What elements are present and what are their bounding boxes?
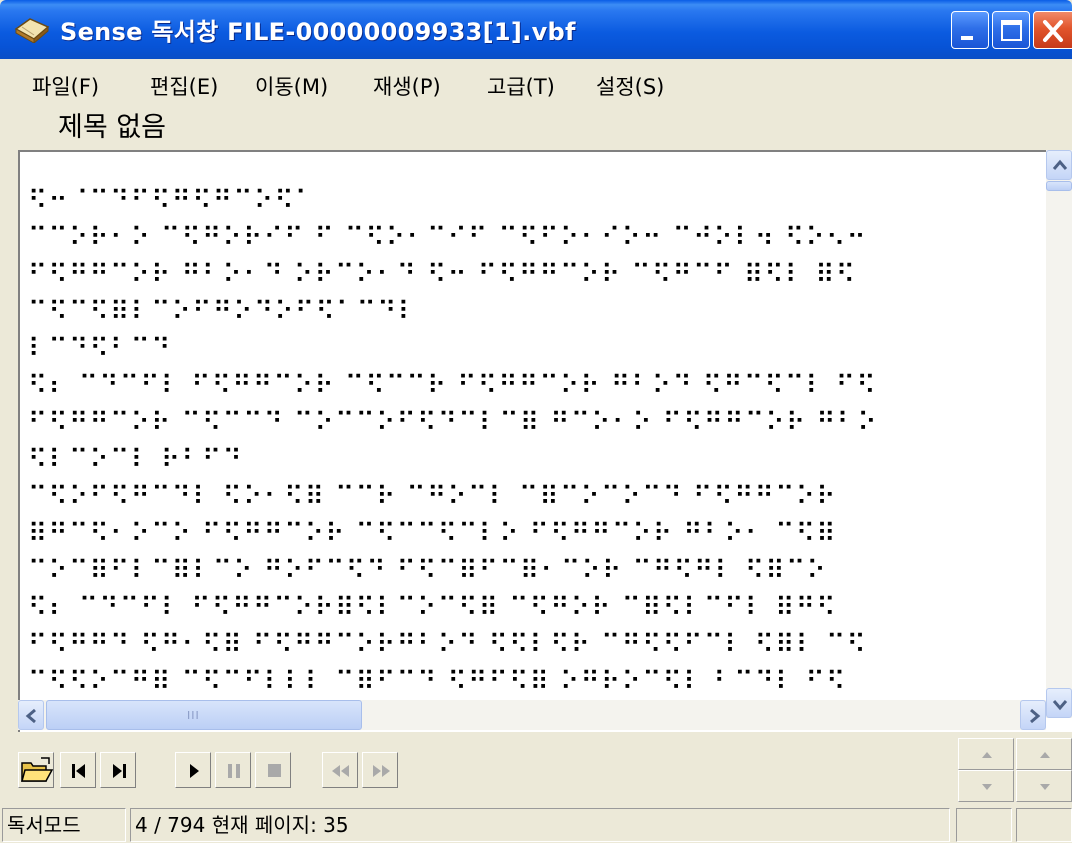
braille-line: ⠉⠫⠕⠋⠫⠛⠉⠙⠇ ⠫⠕⠂⠫⠿ ⠉⠉⠗ ⠉⠛⠕⠉⠇ ⠉⠿⠉⠕⠉⠕⠉⠙ ⠋⠫⠛⠛⠉… <box>28 482 837 512</box>
menu-bar: 파일(F) 편집(E) 이동(M) 재생(P) 고급(T) 설정(S) <box>0 65 1072 105</box>
scroll-right-button[interactable] <box>1020 700 1046 730</box>
minimize-icon <box>961 36 973 40</box>
spin-down-button-1[interactable] <box>958 770 1014 802</box>
braille-line: ⠋⠫⠛⠛⠉⠕⠗ ⠉⠫⠉⠉⠙ ⠉⠕⠉⠉⠕⠋⠫⠙⠉⠇⠉⠿ ⠛⠉⠕⠂⠕ ⠋⠫⠛⠛⠉⠕⠗… <box>28 408 878 438</box>
pause-icon <box>228 764 240 778</box>
reader-pane[interactable]: ⠫⠒⠈⠉⠙⠋⠫⠛⠫⠛⠉⠕⠫⠁ ⠉⠉⠕⠗⠂⠕ ⠉⠫⠛⠕⠗⠊⠋ ⠋ ⠉⠫⠕⠂⠉⠊⠋ … <box>18 150 1072 732</box>
maximize-icon <box>1001 20 1022 41</box>
arrow-up-icon <box>1040 752 1050 758</box>
menu-file[interactable]: 파일(F) <box>32 71 99 101</box>
prev-page-button[interactable] <box>60 752 96 788</box>
menu-settings[interactable]: 설정(S) <box>596 71 664 101</box>
chevron-down-icon <box>1052 700 1068 711</box>
braille-line: ⠉⠫⠫⠕⠉⠛⠿ ⠉⠫⠉⠋⠇⠇⠇ ⠉⠿⠋⠉⠙ ⠫⠛⠋⠫⠿ ⠕⠛⠗⠕⠉⠫⠇ ⠃⠉⠙⠇… <box>28 667 847 697</box>
braille-line: ⠫⠆ ⠉⠙⠉⠋⠇ ⠋⠫⠛⠛⠉⠕⠗ ⠉⠫⠉⠉⠗ ⠋⠫⠛⠛⠉⠕⠗ ⠛⠃⠕⠙ ⠫⠛⠉⠫… <box>28 371 877 401</box>
status-bar: 독서모드 4 / 794 현재 페이지: 35 <box>0 806 1072 843</box>
playback-toolbar <box>0 738 1072 802</box>
scroll-down-button[interactable] <box>1046 688 1072 718</box>
status-pane-empty-2 <box>1016 808 1072 842</box>
braille-line: ⠉⠉⠕⠗⠂⠕ ⠉⠫⠛⠕⠗⠊⠋ ⠋ ⠉⠫⠕⠂⠉⠊⠋ ⠉⠫⠋⠕⠂⠊⠕⠒ ⠉⠚⠕⠇⠲ … <box>28 223 868 253</box>
play-icon <box>190 764 199 778</box>
chevron-up-icon <box>1052 159 1068 170</box>
stop-icon <box>268 764 281 777</box>
minimize-button[interactable] <box>951 11 989 49</box>
arrow-down-icon <box>1040 784 1050 790</box>
fast-forward-icon <box>373 765 390 777</box>
menu-advanced[interactable]: 고급(T) <box>487 71 555 101</box>
close-button[interactable] <box>1033 11 1072 49</box>
book-icon <box>14 18 50 43</box>
braille-line: ⠫⠒⠈⠉⠙⠋⠫⠛⠫⠛⠉⠕⠫⠁ <box>28 186 316 216</box>
status-position: 4 / 794 현재 페이지: 35 <box>130 808 950 842</box>
title-bar[interactable]: Sense 독서창 FILE-00000009933[1].vbf <box>0 0 1072 59</box>
maximize-button[interactable] <box>992 11 1030 49</box>
braille-line: ⠉⠫⠉⠫⠿⠇⠉⠕⠋⠛⠕⠙⠕⠋⠫⠁⠉⠙⠇ <box>28 297 419 327</box>
horizontal-scroll-thumb[interactable]: III <box>46 700 362 730</box>
arrow-up-icon <box>982 752 992 758</box>
braille-text[interactable]: ⠫⠒⠈⠉⠙⠋⠫⠛⠫⠛⠉⠕⠫⠁ ⠉⠉⠕⠗⠂⠕ ⠉⠫⠛⠕⠗⠊⠋ ⠋ ⠉⠫⠕⠂⠉⠊⠋ … <box>28 186 1042 706</box>
skip-back-icon <box>72 764 85 778</box>
vertical-scroll-thumb[interactable] <box>1046 181 1072 191</box>
scroll-up-button[interactable] <box>1046 150 1072 180</box>
spin-down-button-2[interactable] <box>1016 770 1072 802</box>
spin-up-button-2[interactable] <box>1016 738 1072 770</box>
braille-line: ⠇⠉⠙⠫⠃⠉⠙ <box>28 334 172 364</box>
horizontal-scrollbar[interactable]: III <box>18 700 1046 730</box>
open-file-button[interactable] <box>18 752 54 788</box>
vertical-scrollbar[interactable] <box>1046 150 1072 718</box>
window-title: Sense 독서창 FILE-00000009933[1].vbf <box>60 18 576 46</box>
rewind-icon <box>332 765 349 777</box>
arrow-down-icon <box>982 784 992 790</box>
spin-up-button-1[interactable] <box>958 738 1014 770</box>
braille-line: ⠿⠛⠉⠫⠂⠕⠉⠕ ⠋⠫⠛⠛⠉⠕⠗ ⠉⠫⠉⠉⠫⠉⠇⠕ ⠋⠫⠛⠛⠉⠕⠗ ⠛⠃⠕⠂ ⠉… <box>28 519 837 549</box>
braille-line: ⠋⠫⠛⠛⠙ ⠫⠛⠂⠫⠿ ⠋⠫⠛⠛⠉⠕⠗⠛⠃⠕⠙ ⠫⠫⠇⠫⠗ ⠉⠛⠫⠫⠋⠉⠇ ⠫⠿… <box>28 630 868 660</box>
scroll-grip: III <box>187 709 200 722</box>
chevron-left-icon <box>25 708 36 724</box>
rewind-button[interactable] <box>322 752 358 788</box>
status-pane-empty-1 <box>956 808 1012 842</box>
braille-line: ⠋⠫⠛⠛⠉⠕⠗ ⠛⠃⠕⠂⠙ ⠕⠗⠉⠕⠂⠙ ⠫⠒ ⠋⠫⠛⠛⠉⠕⠗ ⠉⠫⠛⠉⠋ ⠿⠫… <box>28 260 857 290</box>
braille-line: ⠫⠇⠉⠕⠉⠇ ⠗⠃⠋⠙ <box>28 445 244 475</box>
folder-open-icon <box>21 757 54 782</box>
close-icon <box>1043 20 1063 42</box>
skip-forward-icon <box>113 764 126 778</box>
status-mode: 독서모드 <box>2 808 126 842</box>
pause-button[interactable] <box>215 752 251 788</box>
menu-move[interactable]: 이동(M) <box>255 71 328 101</box>
menu-play[interactable]: 재생(P) <box>373 71 441 101</box>
scroll-left-button[interactable] <box>18 700 44 730</box>
menu-edit[interactable]: 편집(E) <box>150 71 218 101</box>
next-page-button[interactable] <box>100 752 136 788</box>
play-button[interactable] <box>175 752 211 788</box>
stop-button[interactable] <box>255 752 291 788</box>
chevron-right-icon <box>1030 708 1041 724</box>
braille-line: ⠫⠆ ⠉⠙⠉⠋⠇ ⠋⠫⠛⠛⠉⠕⠗⠿⠫⠇⠉⠕⠉⠫⠿ ⠉⠫⠛⠕⠗ ⠉⠿⠫⠇⠉⠋⠇ ⠿… <box>28 593 837 623</box>
braille-line: ⠉⠕⠉⠿⠋⠇⠉⠿⠇⠉⠕ ⠛⠕⠋⠉⠫⠙ ⠋⠫⠉⠿⠋⠉⠿⠂⠉⠕⠗ ⠉⠛⠫⠛⠇ ⠫⠿⠉… <box>28 556 828 586</box>
fast-forward-button[interactable] <box>362 752 398 788</box>
document-title: 제목 없음 <box>58 112 166 143</box>
